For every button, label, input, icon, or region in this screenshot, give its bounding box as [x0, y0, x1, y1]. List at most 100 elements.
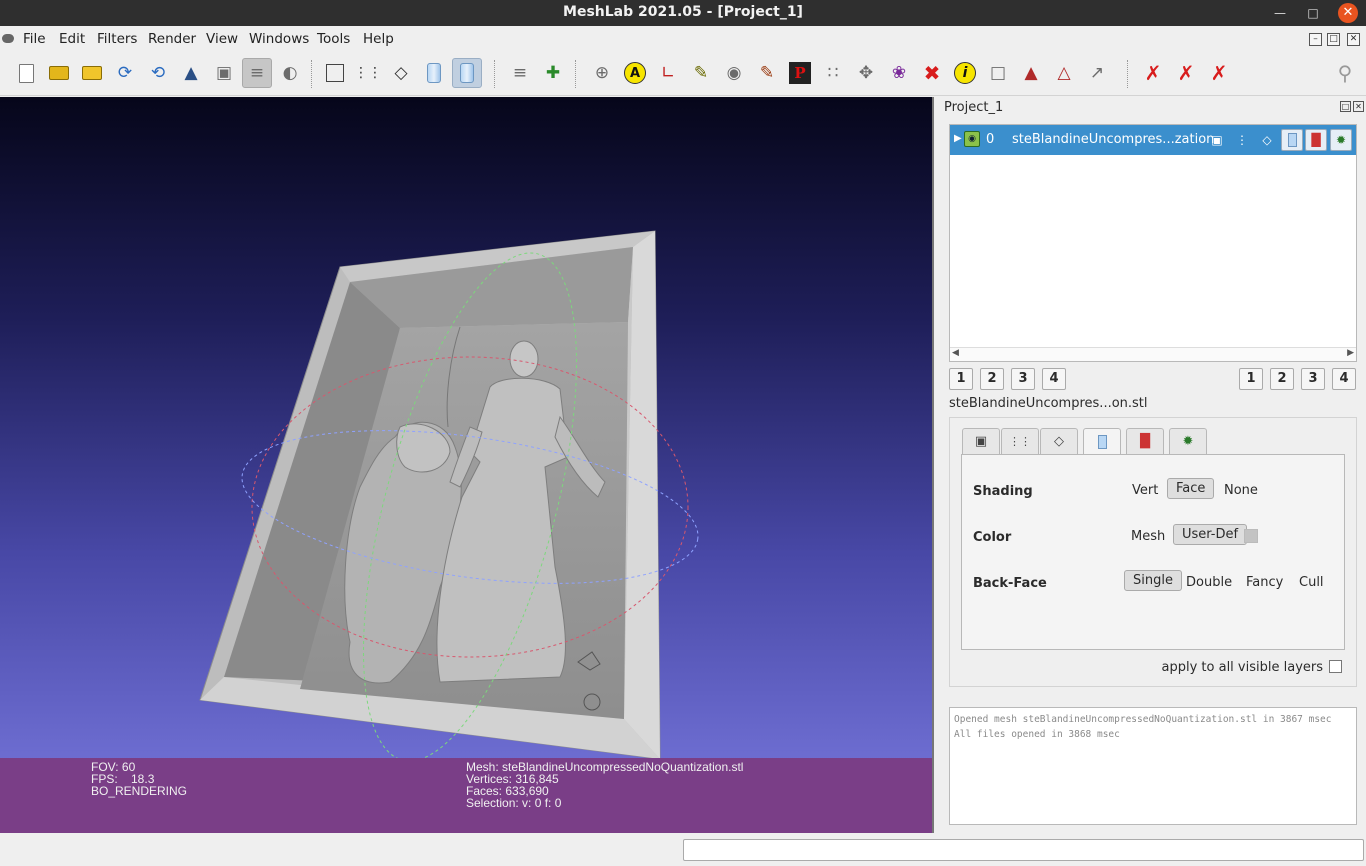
sphere-toggle-icon[interactable]: ◐: [275, 58, 305, 88]
reload-icon[interactable]: ⟳: [110, 58, 140, 88]
log-line: Opened mesh steBlandineUncompressedNoQua…: [954, 714, 1332, 725]
new-project-icon[interactable]: [11, 58, 41, 88]
scroll-left-icon[interactable]: ◀: [952, 348, 959, 358]
view-slot-1-right[interactable]: 1: [1239, 368, 1263, 390]
color-swatch[interactable]: [1244, 529, 1258, 543]
horizontal-scrollbar[interactable]: ◀ ▶: [950, 347, 1356, 361]
paint-point-icon[interactable]: P: [785, 58, 815, 88]
menu-render[interactable]: Render: [148, 31, 196, 47]
view-slot-3-left[interactable]: 3: [1011, 368, 1035, 390]
backface-single-option[interactable]: Single: [1124, 570, 1182, 591]
layer-texture-icon[interactable]: █: [1305, 129, 1327, 151]
minimize-button[interactable]: —: [1270, 3, 1290, 23]
mdi-restore-button[interactable]: □: [1327, 33, 1340, 46]
search-icon[interactable]: ⚲: [1330, 58, 1360, 88]
maximize-button[interactable]: □: [1303, 3, 1323, 23]
view-slot-2-right[interactable]: 2: [1270, 368, 1294, 390]
menu-view[interactable]: View: [206, 31, 238, 47]
wireframe-icon[interactable]: ◇: [386, 58, 416, 88]
tab-wireframe[interactable]: ◇: [1040, 428, 1078, 454]
georef-icon[interactable]: ✖: [917, 58, 947, 88]
menu-filters[interactable]: Filters: [97, 31, 137, 47]
toolbar-separator: [575, 60, 576, 88]
backface-fancy-option[interactable]: Fancy: [1238, 572, 1291, 593]
log-window[interactable]: Opened mesh steBlandineUncompressedNoQua…: [949, 707, 1357, 825]
menu-edit[interactable]: Edit: [59, 31, 85, 47]
menu-help[interactable]: Help: [363, 31, 394, 47]
bbox-icon[interactable]: [320, 58, 350, 88]
camera-icon[interactable]: ◉: [719, 58, 749, 88]
view-slot-1-left[interactable]: 1: [949, 368, 973, 390]
view-slot-2-left[interactable]: 2: [980, 368, 1004, 390]
panel-close-button[interactable]: ✕: [1353, 101, 1364, 112]
menu-windows[interactable]: Windows: [249, 31, 309, 47]
measure-icon[interactable]: ∟: [653, 58, 683, 88]
paint-icon[interactable]: ✎: [752, 58, 782, 88]
panel-float-button[interactable]: □: [1340, 101, 1351, 112]
color-mesh-option[interactable]: Mesh: [1123, 526, 1173, 547]
apply-all-checkbox[interactable]: [1329, 660, 1342, 673]
tab-texture[interactable]: █: [1126, 428, 1164, 454]
select-rect-icon[interactable]: □: [983, 58, 1013, 88]
menu-tools[interactable]: Tools: [317, 31, 350, 47]
layer-toggle-icon[interactable]: ≡: [242, 58, 272, 88]
tab-bbox[interactable]: ▣: [962, 428, 1000, 454]
annotate-icon[interactable]: A: [620, 58, 650, 88]
backface-double-option[interactable]: Double: [1178, 572, 1240, 593]
delete-faces-icon[interactable]: ✗: [1171, 58, 1201, 88]
layer-fill-icon[interactable]: [1281, 129, 1303, 151]
axes-icon[interactable]: ✚: [538, 58, 568, 88]
layer-bbox-icon[interactable]: ▣: [1206, 129, 1228, 151]
select-region-icon[interactable]: ▲: [1016, 58, 1046, 88]
view-slot-4-left[interactable]: 4: [1042, 368, 1066, 390]
3d-viewport[interactable]: FOV: 60 FPS: 18.3 BO_RENDERING Mesh: ste…: [0, 97, 934, 833]
shading-vert-option[interactable]: Vert: [1124, 480, 1166, 501]
tab-fill[interactable]: [1083, 428, 1121, 455]
menu-file[interactable]: File: [23, 31, 46, 47]
tab-points[interactable]: ⋮⋮: [1001, 428, 1039, 454]
smooth-shading-icon[interactable]: [452, 58, 482, 88]
app-icon: [2, 34, 14, 43]
expand-arrow-icon[interactable]: ▶: [954, 133, 962, 144]
flat-shading-icon[interactable]: [419, 58, 449, 88]
fill-tab-pane: Shading Vert Face None Color Mesh User-D…: [961, 454, 1345, 650]
select-vertices-icon[interactable]: ∷: [818, 58, 848, 88]
visibility-eye-icon[interactable]: ◉: [964, 131, 980, 147]
layer-points-icon[interactable]: ⋮: [1231, 129, 1253, 151]
mdi-minimize-button[interactable]: –: [1309, 33, 1322, 46]
apply-all-visible-layers[interactable]: apply to all visible layers: [1162, 660, 1342, 675]
info-icon[interactable]: i: [950, 58, 980, 88]
tab-decorators[interactable]: ✹: [1169, 428, 1207, 454]
snapshot-icon[interactable]: ▣: [209, 58, 239, 88]
color-userdef-option[interactable]: User-Def: [1173, 524, 1248, 545]
import-mesh-icon[interactable]: [77, 58, 107, 88]
close-button[interactable]: ✕: [1338, 3, 1358, 23]
main-toolbar: ⟳ ⟲ ▲ ▣ ≡ ◐ ⋮⋮ ◇ ≡ ✚ ⊕ A ∟ ✎ ◉ ✎ P ∷ ✥ ❀…: [0, 52, 1366, 96]
export-mesh-icon[interactable]: ▲: [176, 58, 206, 88]
selected-file-label: steBlandineUncompres...on.stl: [949, 396, 1148, 411]
shading-face-option[interactable]: Face: [1167, 478, 1215, 499]
shading-none-option[interactable]: None: [1216, 480, 1266, 501]
select-edit-icon[interactable]: ↗: [1082, 58, 1112, 88]
reload-all-icon[interactable]: ⟲: [143, 58, 173, 88]
layer-list[interactable]: ▶ ◉ 0 steBlandineUncompres...zation ▣ ⋮ …: [949, 124, 1357, 362]
layer-index: 0: [986, 132, 995, 147]
layer-decorator-icon[interactable]: ✹: [1330, 129, 1352, 151]
layer-row[interactable]: ▶ ◉ 0 steBlandineUncompres...zation ▣ ⋮ …: [950, 125, 1356, 155]
info-tool-icon[interactable]: ✎: [686, 58, 716, 88]
view-slot-4-right[interactable]: 4: [1332, 368, 1356, 390]
trackball-icon[interactable]: ⊕: [587, 58, 617, 88]
view-slot-3-right[interactable]: 3: [1301, 368, 1325, 390]
open-project-icon[interactable]: [44, 58, 74, 88]
paint-brush-icon[interactable]: ❀: [884, 58, 914, 88]
select-faces-icon[interactable]: ✥: [851, 58, 881, 88]
layer-wire-icon[interactable]: ◇: [1256, 129, 1278, 151]
scroll-right-icon[interactable]: ▶: [1347, 348, 1354, 358]
delete-vertices-icon[interactable]: ✗: [1138, 58, 1168, 88]
backface-cull-option[interactable]: Cull: [1291, 572, 1332, 593]
delete-selected-icon[interactable]: ✗: [1204, 58, 1234, 88]
mdi-close-button[interactable]: ✕: [1347, 33, 1360, 46]
select-conn-icon[interactable]: △: [1049, 58, 1079, 88]
points-icon[interactable]: ⋮⋮: [353, 58, 383, 88]
raster-layers-icon[interactable]: ≡: [505, 58, 535, 88]
